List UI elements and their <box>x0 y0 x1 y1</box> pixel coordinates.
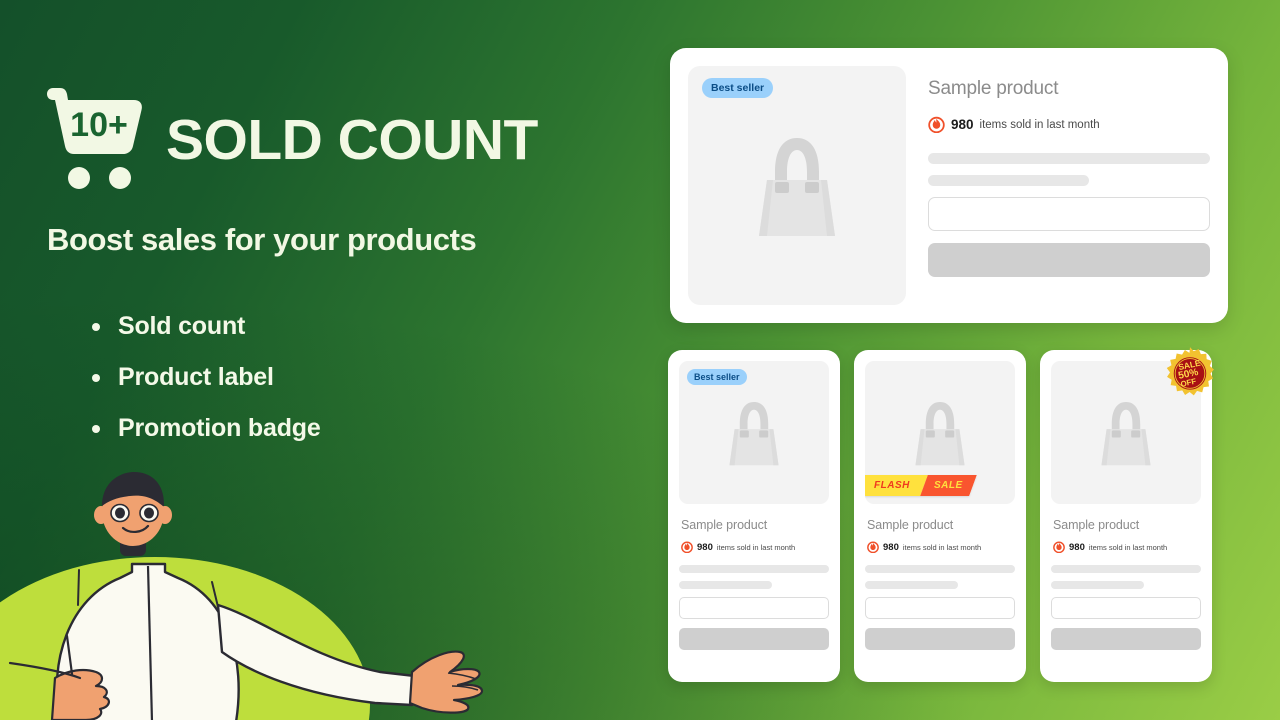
sold-count-label: items sold in last month <box>902 542 982 552</box>
placeholder-line-full <box>679 565 829 573</box>
product-name: Sample product <box>1053 518 1140 532</box>
quantity-input[interactable] <box>1051 597 1201 619</box>
best-seller-badge: Best seller <box>702 78 774 98</box>
placeholder-line-partial <box>928 175 1089 186</box>
flame-badge-icon <box>928 116 945 133</box>
product-thumbnail: Best seller <box>679 361 829 504</box>
quantity-input[interactable] <box>679 597 829 619</box>
sale-rosette-badge: SALE 50% OFF <box>1166 347 1214 396</box>
product-thumbnail: FLASH SALE <box>865 361 1015 504</box>
list-item: Sold count <box>88 312 321 341</box>
product-name: Sample product <box>681 518 768 532</box>
flash-sale-left-label: FLASH <box>874 480 911 491</box>
add-to-cart-button[interactable] <box>679 628 829 650</box>
sold-count-row: 980 items sold in last month <box>1053 541 1201 553</box>
flash-sale-badge: FLASH SALE <box>865 475 977 496</box>
sold-count-label: items sold in last month <box>1088 542 1168 552</box>
sold-count-value: 980 <box>1069 541 1085 553</box>
left-panel: 10+ SOLD COUNT Boost sales for your prod… <box>0 0 640 720</box>
product-thumbnail: Best seller <box>688 66 906 305</box>
placeholder-line-partial <box>865 581 958 589</box>
brand-header: 10+ SOLD COUNT <box>44 88 538 192</box>
cart-count-label: 10+ <box>70 106 128 144</box>
placeholder-line-partial <box>1051 581 1144 589</box>
sold-count-row: 980 items sold in last month <box>928 116 1210 133</box>
sold-count-value: 980 <box>951 117 974 132</box>
shopping-cart-icon: 10+ <box>47 88 142 189</box>
flame-badge-icon <box>867 541 879 553</box>
sold-count-row: 980 items sold in last month <box>867 541 1015 553</box>
sold-count-label: items sold in last month <box>979 118 1100 131</box>
best-seller-badge: Best seller <box>687 369 747 385</box>
handbag-icon <box>1101 401 1151 465</box>
flash-sale-right-label: SALE <box>934 480 963 491</box>
product-name: Sample product <box>928 78 1059 99</box>
sold-count-value: 980 <box>883 541 899 553</box>
sold-count-row: 980 items sold in last month <box>681 541 829 553</box>
list-item: Promotion badge <box>88 414 321 443</box>
product-card-grid: Best seller Sample product 980 items sol… <box>668 347 1214 682</box>
hero-product-card[interactable]: Best seller Sample product 980 items sol… <box>670 48 1228 323</box>
add-to-cart-button[interactable] <box>928 243 1210 277</box>
feature-list: Sold count Product label Promotion badge <box>88 312 321 465</box>
product-card[interactable]: FLASH SALE Sample product 980 items sold… <box>854 350 1026 682</box>
sold-count-label: items sold in last month <box>716 542 796 552</box>
handbag-icon <box>729 401 779 465</box>
placeholder-line-full <box>928 153 1210 164</box>
product-details: Sample product 980 items sold in last mo… <box>906 66 1210 305</box>
list-item: Product label <box>88 363 321 392</box>
product-card[interactable]: SALE 50% OFF Sample product 980 items so… <box>1040 347 1214 682</box>
placeholder-line-full <box>865 565 1015 573</box>
flame-badge-icon <box>681 541 693 553</box>
promo-banner: 10+ SOLD COUNT Boost sales for your prod… <box>0 0 1280 720</box>
right-panel: Best seller Sample product 980 items sol… <box>660 0 1280 720</box>
placeholder-line-partial <box>679 581 772 589</box>
handbag-icon <box>759 137 835 236</box>
flame-badge-icon <box>1053 541 1065 553</box>
add-to-cart-button[interactable] <box>1051 628 1201 650</box>
product-card[interactable]: Best seller Sample product 980 items sol… <box>668 350 840 682</box>
add-to-cart-button[interactable] <box>865 628 1015 650</box>
quantity-input[interactable] <box>928 197 1210 231</box>
tagline: Boost sales for your products <box>47 222 477 257</box>
product-name: Sample product <box>867 518 954 532</box>
quantity-input[interactable] <box>865 597 1015 619</box>
page-title: SOLD COUNT <box>166 107 538 172</box>
sold-count-value: 980 <box>697 541 713 553</box>
placeholder-line-full <box>1051 565 1201 573</box>
handbag-icon <box>915 401 965 465</box>
